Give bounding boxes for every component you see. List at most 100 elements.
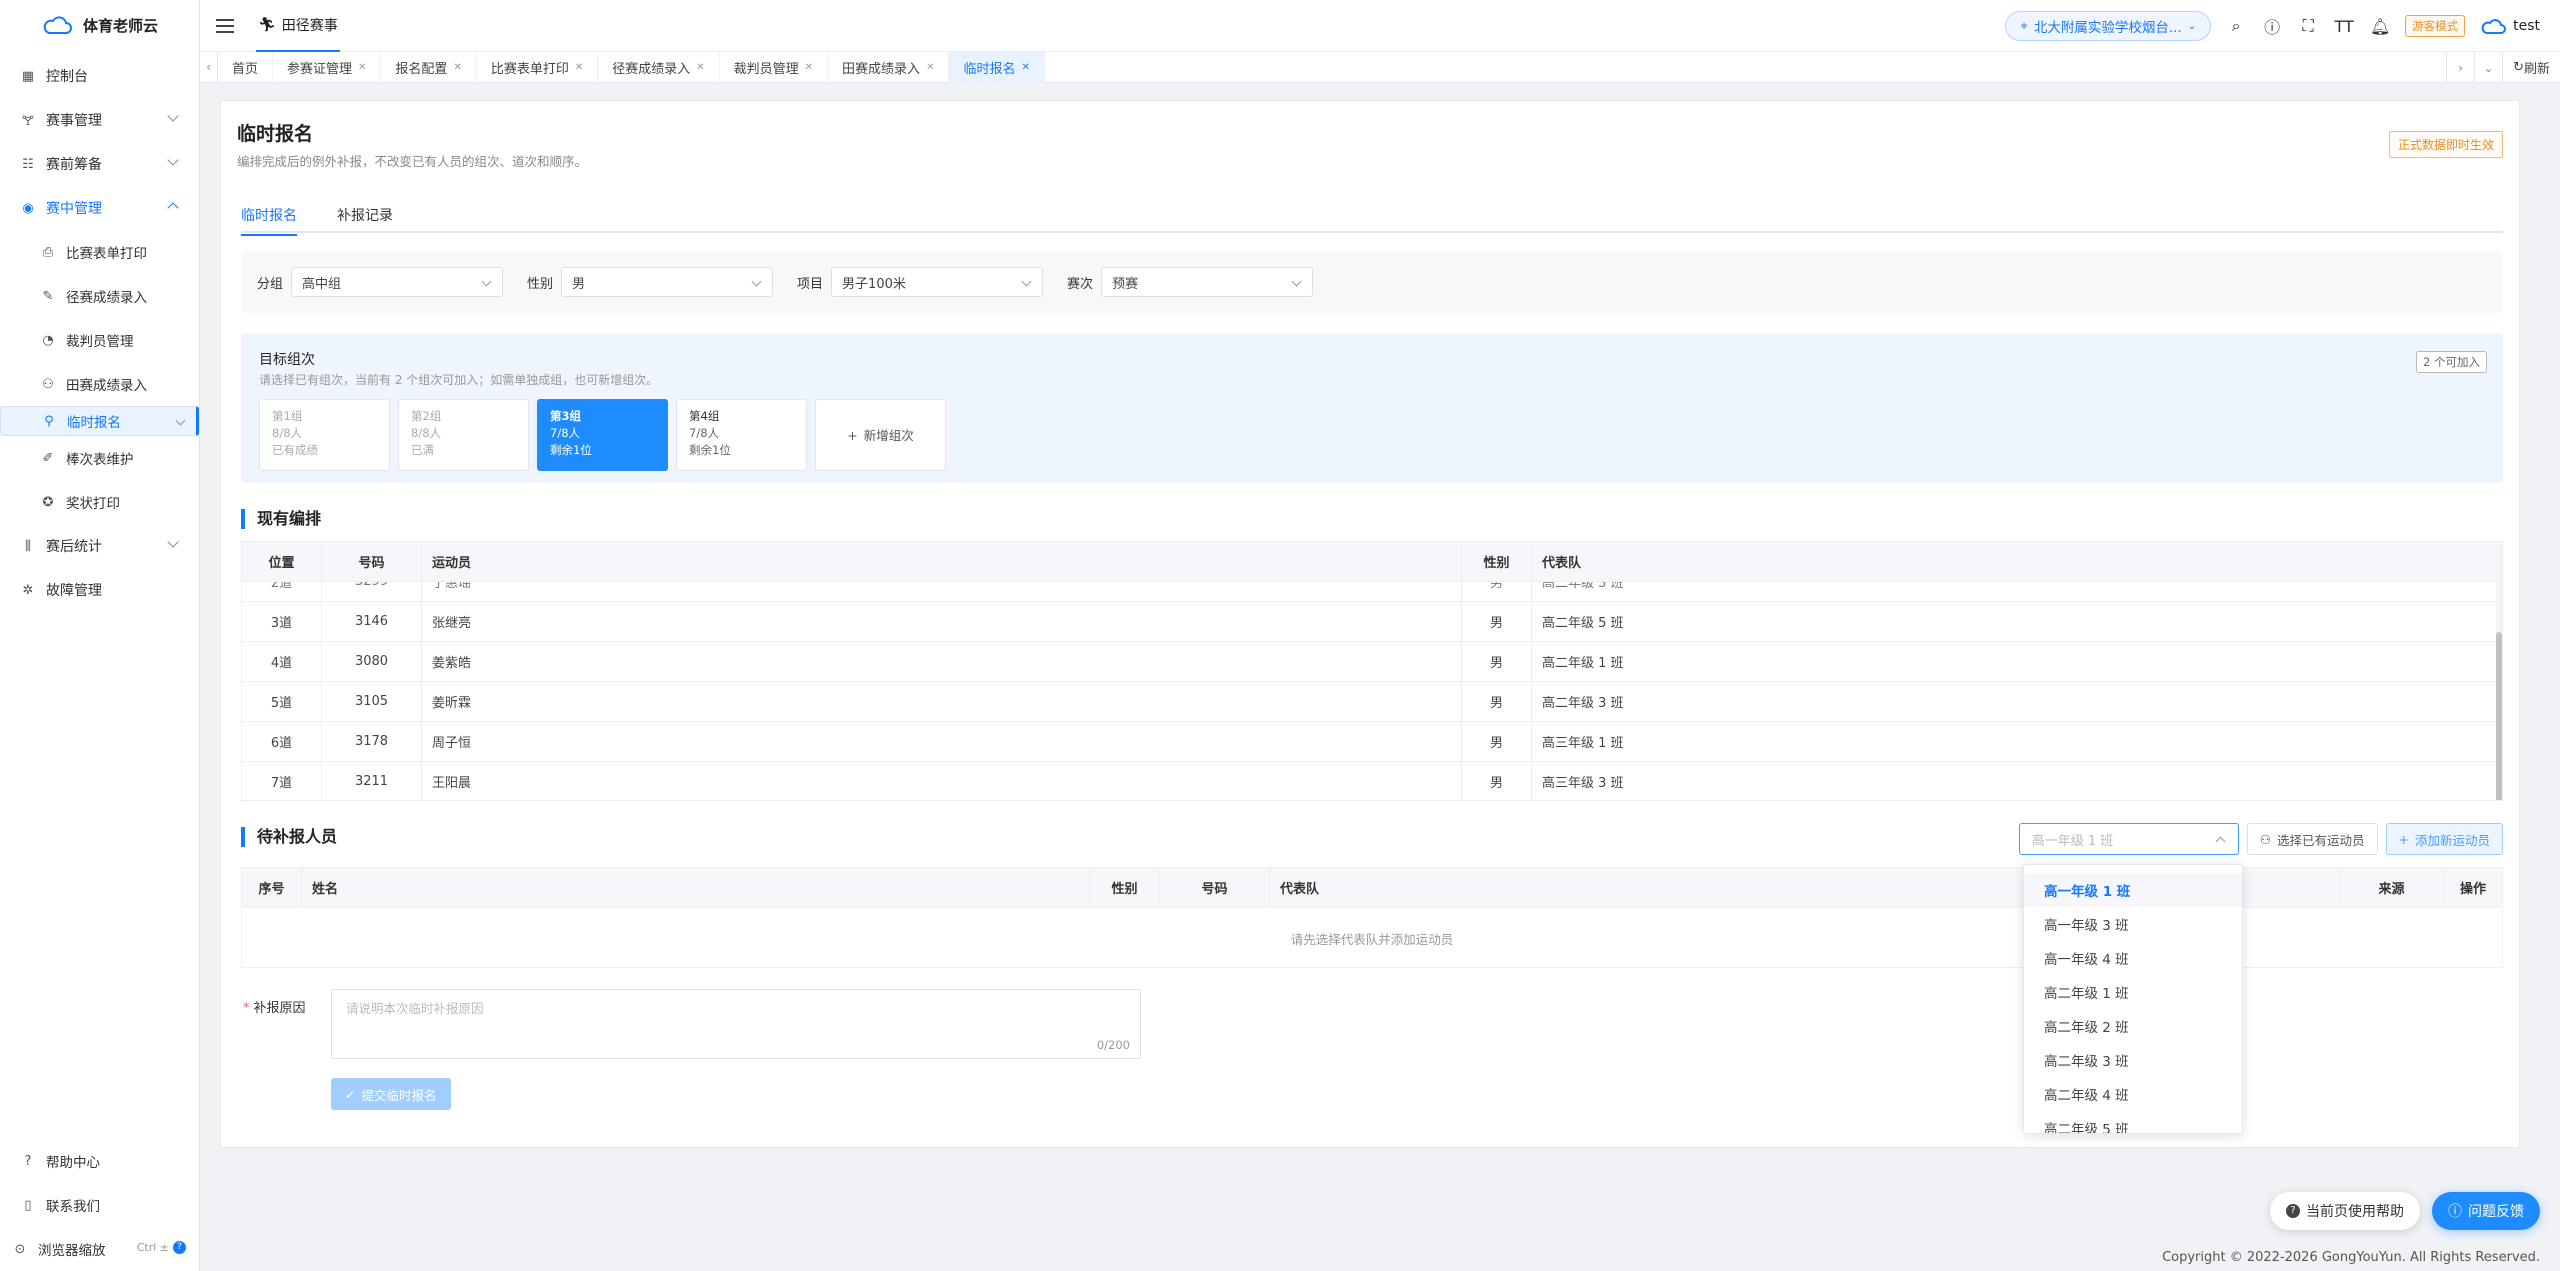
tabs-scroll-right-icon[interactable]: ›: [2446, 52, 2474, 83]
search-icon[interactable]: ⌕: [2225, 15, 2247, 37]
select-existing-athlete-button[interactable]: ⚇ 选择已有运动员: [2246, 823, 2378, 855]
sidebar-bottom: ? 帮助中心 ▯ 联系我们 ⊙ 浏览器缩放 Ctrl ±?: [0, 1139, 200, 1271]
help-icon[interactable]: ⓘ: [2261, 15, 2283, 37]
group-label: 分组: [257, 276, 284, 292]
sidebar-item-in-competition[interactable]: ◉ 赛中管理: [0, 186, 199, 230]
play-circle-icon: ◉: [22, 200, 34, 216]
sidebar-item-referee[interactable]: ◔ 裁判员管理: [0, 318, 199, 362]
menu-toggle-icon[interactable]: [216, 18, 234, 33]
feedback-button[interactable]: ⓘ 问题反馈: [2432, 1192, 2540, 1230]
table-row: 6道 3178 周子恒男高三年级 1 班: [242, 722, 2502, 762]
page-tabs: ‹ 首页 参赛证管理 ✕ 报名配置 ✕ 比赛表单打印 ✕ 径赛成绩录入 ✕ 裁判员管理 ✕…: [200, 51, 2560, 83]
close-icon[interactable]: ✕: [575, 62, 583, 73]
runner-icon: 🏃︎: [258, 16, 276, 33]
submit-button[interactable]: ✓ 提交临时报名: [331, 1078, 451, 1110]
bell-icon[interactable]: 🔔︎: [2369, 15, 2391, 37]
sidebar: 体育老师云 ▦ 控制台 🝖 赛事管理 ☷ 赛前筹备 ◉ 赛中管理 ⎙ 比赛表单打印 ✎ 径赛…: [0, 0, 200, 1271]
print-icon: ⎙: [42, 244, 54, 260]
reason-textarea[interactable]: 请说明本次临时补报原因 0/200: [331, 989, 1141, 1059]
sidebar-item-faults[interactable]: ✲ 故障管理: [0, 568, 199, 612]
current-app-tab[interactable]: 🏃︎ 田径赛事: [256, 0, 340, 52]
round-select[interactable]: 预赛: [1101, 267, 1314, 297]
fullscreen-icon[interactable]: ⛶: [2297, 15, 2319, 37]
sidebar-item-label: 比赛表单打印: [66, 246, 147, 262]
sidebar-item-award-print[interactable]: ✪ 奖状打印: [0, 480, 199, 524]
table-row: 3道 3146 张继亮男高二年级 5 班: [242, 602, 2502, 642]
col-team: 代表队: [1542, 556, 1582, 571]
tab-temp-registration[interactable]: 临时报名 ✕: [949, 51, 1045, 83]
team-option[interactable]: 高一年级 3 班: [2024, 907, 2242, 941]
browser-zoom[interactable]: ⊙ 浏览器缩放 Ctrl ±?: [0, 1227, 200, 1271]
team-option[interactable]: 高一年级 4 班: [2024, 941, 2242, 975]
col-gender: 性别: [1462, 542, 1532, 581]
sidebar-item-preparation[interactable]: ☷ 赛前筹备: [0, 142, 199, 186]
team-option[interactable]: 高一年级 1 班: [2024, 873, 2242, 907]
refresh-label: 刷新: [2523, 62, 2550, 77]
tab-track-score[interactable]: 径赛成绩录入 ✕: [598, 51, 720, 83]
event-select[interactable]: 男子100米: [831, 267, 1044, 297]
team-option[interactable]: 高二年级 2 班: [2024, 1009, 2242, 1043]
sidebar-item-field-score[interactable]: ⚇ 田赛成绩录入: [0, 362, 199, 406]
sidebar-item-label: 控制台: [46, 69, 88, 85]
tab-temp-registration-inner[interactable]: 临时报名: [241, 205, 297, 236]
sidebar-item-dashboard[interactable]: ▦ 控制台: [0, 54, 199, 98]
sidebar-item-temp-registration[interactable]: ⚲ 临时报名: [0, 406, 199, 436]
chevron-up-icon: [167, 202, 179, 214]
group-card-2: 第2组 8/8人 已满: [398, 399, 529, 471]
person-add-icon: ⚲: [44, 413, 54, 429]
school-name: 北大附属实验学校烟台...: [2033, 20, 2182, 36]
sidebar-item-label: 临时报名: [67, 415, 121, 431]
add-new-athlete-button[interactable]: + 添加新运动员: [2385, 823, 2503, 855]
brand[interactable]: 体育老师云: [0, 0, 199, 50]
team-select-input[interactable]: 高一年级 1 班: [2018, 823, 2239, 855]
sidebar-item-event-management[interactable]: 🝖 赛事管理: [0, 98, 199, 142]
tabs-more-icon[interactable]: ⌄: [2474, 52, 2502, 83]
gender-select[interactable]: 男: [561, 267, 774, 297]
col-athlete: 运动员: [422, 542, 1462, 581]
team-option[interactable]: 高二年级 5 班: [2024, 1111, 2242, 1133]
refresh-button[interactable]: ↻ 刷新: [2502, 52, 2560, 83]
page-help-button[interactable]: ? 当前页使用帮助: [2270, 1192, 2420, 1230]
plus-icon: +: [847, 427, 858, 443]
group-card-4[interactable]: 第4组 7/8人 剩余1位: [676, 399, 807, 471]
group-select[interactable]: 高中组: [291, 267, 504, 297]
sidebar-item-statistics[interactable]: ⫼ 赛后统计: [0, 524, 199, 568]
team-option[interactable]: 高二年级 4 班: [2024, 1077, 2242, 1111]
sidebar-item-baton[interactable]: ✐ 棒次表维护: [0, 436, 199, 480]
col-number: 号码: [1160, 868, 1270, 907]
close-icon[interactable]: ✕: [805, 62, 813, 73]
tab-registration-config[interactable]: 报名配置 ✕: [381, 51, 477, 83]
tab-form-print[interactable]: 比赛表单打印 ✕: [477, 51, 599, 83]
user-icon: ⚇: [2259, 831, 2271, 847]
sidebar-item-form-print[interactable]: ⎙ 比赛表单打印: [0, 230, 199, 274]
tab-pass-management[interactable]: 参赛证管理 ✕: [273, 51, 382, 83]
tab-field-score[interactable]: 田赛成绩录入 ✕: [828, 51, 950, 83]
contact-link[interactable]: ▯ 联系我们: [0, 1183, 200, 1227]
sidebar-item-track-score[interactable]: ✎ 径赛成绩录入: [0, 274, 199, 318]
close-icon[interactable]: ✕: [1021, 62, 1029, 73]
team-option[interactable]: 高二年级 3 班: [2024, 1043, 2242, 1077]
group-card-3[interactable]: 第3组 7/8人 剩余1位: [537, 399, 668, 471]
school-selector[interactable]: ⌖ 北大附属实验学校烟台... ⌄: [2005, 11, 2212, 41]
tabs-scroll-left-icon[interactable]: ‹: [200, 51, 218, 83]
available-count-badge: 2 个可加入: [2416, 351, 2487, 373]
help-center-link[interactable]: ? 帮助中心: [0, 1139, 200, 1183]
font-size-icon[interactable]: TT: [2333, 15, 2355, 37]
group-card-1: 第1组 8/8人 已有成绩: [259, 399, 390, 471]
sidebar-item-label: 赛事管理: [46, 113, 102, 129]
close-icon[interactable]: ✕: [926, 62, 934, 73]
close-icon[interactable]: ✕: [453, 62, 461, 73]
reason-placeholder: 请说明本次临时补报原因: [346, 1001, 484, 1016]
check-icon: ✓: [345, 1086, 356, 1102]
tab-registration-records[interactable]: 补报记录: [337, 205, 393, 225]
close-icon[interactable]: ✕: [358, 62, 366, 73]
tab-referee[interactable]: 裁判员管理 ✕: [720, 51, 829, 83]
team-option[interactable]: 高二年级 1 班: [2024, 975, 2242, 1009]
add-group-button[interactable]: + 新增组次: [815, 399, 946, 471]
table-scrollbar[interactable]: [2496, 542, 2502, 800]
tab-home[interactable]: 首页: [218, 51, 274, 83]
user-menu[interactable]: test: [2479, 16, 2540, 36]
chevron-down-icon: ⌄: [2187, 20, 2197, 32]
dashboard-icon: ▦: [21, 68, 35, 84]
close-icon[interactable]: ✕: [696, 62, 704, 73]
